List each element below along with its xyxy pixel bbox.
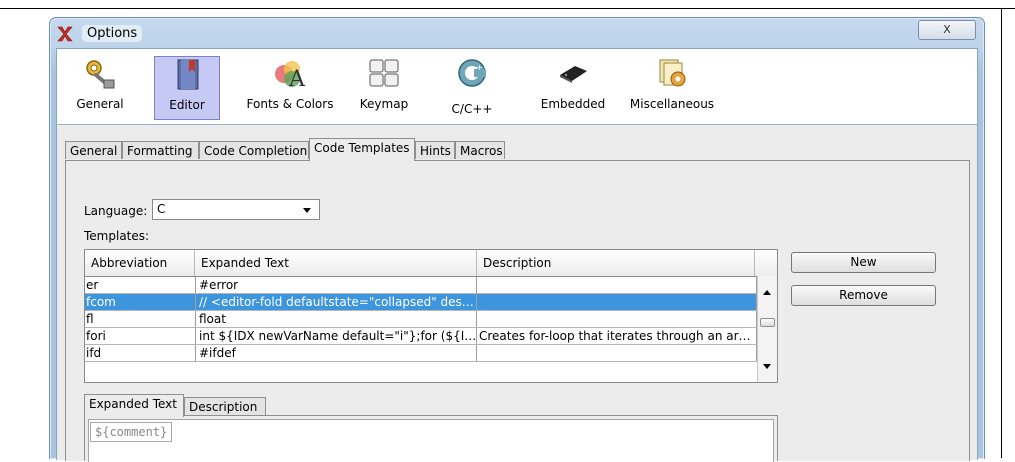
title-bar[interactable]: Options X <box>50 18 984 48</box>
chevron-down-icon <box>303 208 311 213</box>
c-logo-icon: ++ <box>458 59 489 87</box>
expanded-text-pane: ${comment} <box>84 415 778 462</box>
new-button[interactable]: New <box>791 252 936 273</box>
category-label: C/C++ <box>451 102 493 116</box>
window-title: Options <box>82 25 143 42</box>
category-miscellaneous[interactable]: Miscellaneous <box>625 56 719 118</box>
cell-abbreviation: fcom <box>85 294 196 310</box>
table-row[interactable]: fori int ${IDX newVarName default="i"};f… <box>85 328 757 345</box>
scroll-up-icon[interactable] <box>763 290 771 295</box>
frame-line-top <box>0 8 1015 9</box>
category-editor[interactable]: Editor <box>154 56 220 120</box>
chip-icon <box>560 66 587 83</box>
svg-text:++: ++ <box>476 63 489 72</box>
code-templates-panel: Language: C Templates: Abbreviation Expa… <box>65 160 970 462</box>
cell-abbreviation: fl <box>85 311 196 327</box>
table-row[interactable]: er #error <box>85 277 757 294</box>
category-keymap[interactable]: Keymap <box>356 56 412 118</box>
category-embedded[interactable]: Embedded <box>538 56 608 118</box>
font-colors-icon: A <box>275 61 306 91</box>
category-label: Embedded <box>540 97 606 111</box>
tab-general[interactable]: General <box>65 141 122 159</box>
column-header-abbreviation[interactable]: Abbreviation <box>85 250 195 276</box>
column-header-description[interactable]: Description <box>477 250 755 276</box>
language-label: Language: <box>84 204 148 218</box>
expanded-text-editor[interactable]: ${comment} <box>88 419 774 462</box>
misc-icon <box>659 59 686 87</box>
frame-line-right <box>1001 8 1002 458</box>
cell-description <box>477 294 757 310</box>
category-label: General <box>76 97 124 111</box>
tab-code-completion[interactable]: Code Completion <box>199 141 309 159</box>
category-c-cpp[interactable]: ++ C/C++ <box>447 56 497 118</box>
category-label: Miscellaneous <box>629 97 715 111</box>
table-scrollbar[interactable] <box>757 276 777 382</box>
category-label: Keymap <box>359 97 409 111</box>
dialog-client: General Editor A Fonts & Colors Keymap +… <box>56 48 978 462</box>
template-parameter[interactable]: ${comment} <box>90 422 173 442</box>
category-label: Fonts & Colors <box>246 97 334 111</box>
category-label: Editor <box>169 98 205 112</box>
svg-text:A: A <box>288 67 306 91</box>
templates-table: Abbreviation Expanded Text Description e… <box>84 249 778 383</box>
close-icon: X <box>943 23 951 36</box>
templates-label: Templates: <box>84 229 150 243</box>
category-fonts-colors[interactable]: A Fonts & Colors <box>242 56 338 118</box>
cell-description <box>477 311 757 327</box>
cell-abbreviation: fori <box>85 328 196 344</box>
options-dialog: Options X General Editor A Fonts & Color… <box>49 17 985 462</box>
tab-expanded-text[interactable]: Expanded Text <box>84 394 184 417</box>
cell-expanded-text: // <editor-fold defaultstate="collapsed"… <box>196 294 477 310</box>
cell-abbreviation: er <box>85 277 196 293</box>
cell-expanded-text: #ifdef <box>196 345 477 361</box>
tab-hints[interactable]: Hints <box>415 141 455 159</box>
tab-formatting[interactable]: Formatting <box>122 141 199 159</box>
cell-description <box>477 345 757 361</box>
cell-expanded-text: int ${IDX newVarName default="i"};for ($… <box>196 328 477 344</box>
close-button[interactable]: X <box>918 20 976 40</box>
tab-code-templates[interactable]: Code Templates <box>309 138 415 161</box>
table-row[interactable]: fcom // <editor-fold defaultstate="colla… <box>85 294 757 311</box>
cell-expanded-text: #error <box>196 277 477 293</box>
table-row[interactable]: fl float <box>85 311 757 328</box>
language-value: C <box>157 202 166 216</box>
tab-description[interactable]: Description <box>184 397 266 417</box>
cell-description: Creates for-loop that iterates through a… <box>477 328 757 344</box>
table-row[interactable]: ifd #ifdef <box>85 345 757 362</box>
table-header: Abbreviation Expanded Text Description <box>85 250 777 277</box>
scroll-down-icon[interactable] <box>763 364 771 369</box>
scrollbar-thumb[interactable] <box>760 318 775 327</box>
netbeans-x-icon <box>57 26 73 42</box>
remove-button[interactable]: Remove <box>791 285 936 306</box>
language-select[interactable]: C <box>152 199 320 220</box>
keyboard-icon <box>369 59 399 87</box>
column-header-expanded-text[interactable]: Expanded Text <box>195 250 477 276</box>
category-general[interactable]: General <box>67 56 133 118</box>
category-toolbar: General Editor A Fonts & Colors Keymap +… <box>57 49 977 125</box>
cell-description <box>477 277 757 293</box>
cell-expanded-text: float <box>196 311 477 327</box>
book-icon <box>177 59 199 90</box>
tab-macros[interactable]: Macros <box>455 141 505 159</box>
gears-icon <box>86 60 115 89</box>
cell-abbreviation: ifd <box>85 345 196 361</box>
